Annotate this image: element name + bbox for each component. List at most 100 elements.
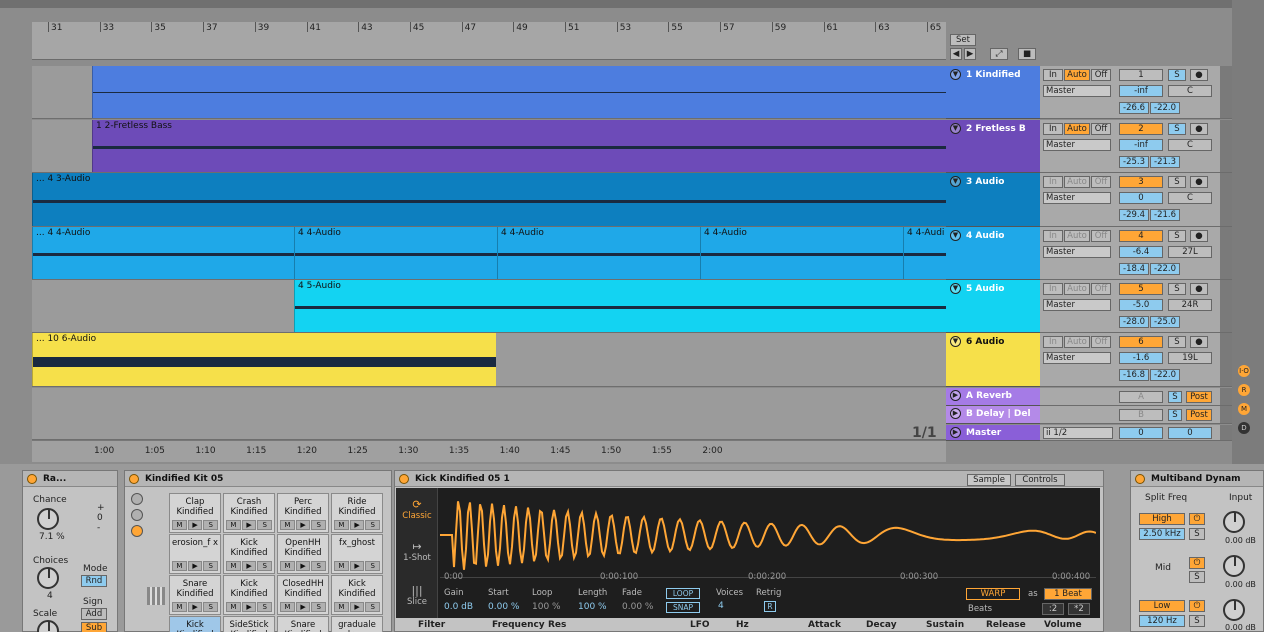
pad-mute-button[interactable]: M (172, 602, 187, 612)
master-cue-field[interactable]: 0 (1168, 427, 1212, 439)
drum-rack-view-icon[interactable] (131, 493, 143, 505)
monitor-auto-button[interactable]: Auto (1064, 230, 1090, 242)
tab-controls[interactable]: Controls (1015, 474, 1065, 486)
mode-classic[interactable]: ⟳ Classic (396, 498, 438, 521)
return-post-button[interactable]: Post (1186, 409, 1212, 421)
track-activator-button[interactable]: 5 (1119, 283, 1163, 295)
high-band-button[interactable]: High (1139, 513, 1185, 525)
track-lane[interactable] (32, 66, 946, 119)
volume-field[interactable]: -inf (1119, 85, 1163, 97)
high-solo-button[interactable]: S (1189, 528, 1205, 540)
master-volume-field[interactable]: 0 (1119, 427, 1163, 439)
return-track-header[interactable]: ▶ B Delay | Del (946, 406, 1040, 424)
return-letter-button[interactable]: B (1119, 409, 1163, 421)
time-ruler[interactable]: 1:00 1:05 1:10 1:15 1:20 1:25 1:30 1:35 1:40 1:45… (32, 440, 946, 462)
solo-button[interactable]: S (1168, 230, 1186, 242)
arm-button[interactable]: ● (1190, 69, 1208, 81)
track-header[interactable]: ▼ 4 Audio (946, 227, 1040, 280)
pan-field[interactable]: C (1168, 85, 1212, 97)
track-fold-icon[interactable]: ▼ (950, 230, 961, 241)
pan-field[interactable]: C (1168, 139, 1212, 151)
low-band-button[interactable]: Low (1139, 600, 1185, 612)
return-solo-button[interactable]: S (1168, 409, 1182, 421)
pad-mute-button[interactable]: M (280, 602, 295, 612)
monitor-auto-button[interactable]: Auto (1064, 176, 1090, 188)
pad-solo-button[interactable]: S (311, 602, 327, 612)
drum-pad[interactable]: OpenHH Kindified M ▶ S (277, 534, 329, 574)
pad-solo-button[interactable]: S (203, 520, 219, 530)
monitor-in-button[interactable]: In (1043, 230, 1063, 242)
pad-mute-button[interactable]: M (226, 520, 241, 530)
beat-length-field[interactable]: 1 Beat (1044, 588, 1092, 600)
retrig-button[interactable]: R (764, 601, 776, 612)
monitor-in-button[interactable]: In (1043, 69, 1063, 81)
high-freq-field[interactable]: 2.50 kHz (1139, 528, 1185, 540)
pad-play-button[interactable]: ▶ (349, 561, 365, 571)
return-play-icon[interactable]: ▶ (950, 390, 961, 401)
monitor-auto-button[interactable]: Auto (1064, 283, 1090, 295)
pad-mute-button[interactable]: M (280, 561, 295, 571)
pad-play-button[interactable]: ▶ (241, 520, 257, 530)
pad-play-button[interactable]: ▶ (295, 561, 311, 571)
monitor-off-button[interactable]: Off (1091, 230, 1111, 242)
audio-clip[interactable] (92, 66, 946, 118)
audio-clip[interactable]: 4 4-Audio (294, 227, 497, 279)
mode-button[interactable]: Rnd (81, 575, 107, 587)
random-device-title[interactable]: Ra... (23, 471, 117, 487)
drum-pad[interactable]: fx_ghost M ▶ S (331, 534, 383, 574)
pad-solo-button[interactable]: S (311, 561, 327, 571)
track-lane[interactable]: 4 5-Audio (32, 280, 946, 333)
monitor-auto-button[interactable]: Auto (1064, 336, 1090, 348)
high-power-icon[interactable]: ⏻ (1189, 513, 1205, 525)
lock-icon[interactable]: ■ (1018, 48, 1036, 60)
low-power-icon[interactable]: ⏻ (1189, 600, 1205, 612)
halve-button[interactable]: :2 (1042, 603, 1064, 615)
param-value[interactable]: 0.00 % (622, 602, 653, 612)
beat-ruler[interactable]: 31 33 35 37 39 41 43 45 47 49 51 53 55 57 59 61 63 65 (32, 22, 946, 60)
volume-field[interactable]: -inf (1119, 139, 1163, 151)
drum-pad[interactable]: Kick KindifiedM▶S (223, 534, 275, 574)
pad-play-button[interactable]: ▶ (187, 520, 203, 530)
drum-pad[interactable]: Clap Kindified M ▶ S (169, 493, 221, 533)
drum-pad[interactable]: graduale droneM▶S (331, 616, 383, 632)
mode-one-shot[interactable]: ↦ 1-Shot (396, 540, 438, 563)
loop-button[interactable]: LOOP (666, 588, 700, 599)
drum-pad[interactable]: Kick KindifiedM▶S (169, 616, 221, 632)
track-lane[interactable]: ... 4 3-Audio (32, 173, 946, 227)
pad-mute-button[interactable]: M (226, 602, 241, 612)
multiband-power-icon[interactable] (1135, 474, 1145, 484)
audio-clip[interactable]: ... 4 3-Audio (32, 173, 946, 226)
drum-pad[interactable]: erosion_f x M ▶ S (169, 534, 221, 574)
solo-button[interactable]: S (1168, 336, 1186, 348)
track-fold-icon[interactable]: ▼ (950, 123, 961, 134)
voices-value[interactable]: 4 (718, 601, 724, 611)
track-header[interactable]: ▼ 2 Fretless B (946, 120, 1040, 173)
audio-clip[interactable]: 4 4-Audio (700, 227, 903, 279)
track-header[interactable]: ▼ 6 Audio (946, 333, 1040, 387)
monitor-auto-button[interactable]: Auto (1064, 69, 1090, 81)
track-activator-button[interactable]: 2 (1119, 123, 1163, 135)
drum-pad[interactable]: Kick KindifiedM▶S (223, 575, 275, 615)
pad-mute-button[interactable]: M (172, 520, 187, 530)
drum-pad[interactable]: ClosedHH Kindified M ▶ S (277, 575, 329, 615)
drum-pad[interactable]: Perc Kindified M ▶ S (277, 493, 329, 533)
pad-play-button[interactable]: ▶ (349, 602, 365, 612)
solo-button[interactable]: S (1168, 123, 1186, 135)
param-value[interactable]: 0.00 % (488, 602, 519, 612)
monitor-off-button[interactable]: Off (1091, 176, 1111, 188)
arm-button[interactable]: ● (1190, 230, 1208, 242)
audio-clip[interactable]: ... 10 6-Audio (32, 333, 496, 386)
audio-clip[interactable]: 4 4-Audi (903, 227, 946, 279)
track-header[interactable]: ▼ 5 Audio (946, 280, 1040, 333)
waveform-display[interactable]: 0:00 0:00:100 0:00:200 0:00:300 0:00:400 (440, 492, 1097, 582)
pad-mute-button[interactable]: M (226, 561, 241, 571)
track-activator-button[interactable]: 6 (1119, 336, 1163, 348)
pad-mute-button[interactable]: M (172, 561, 187, 571)
drum-rack-title[interactable]: Kindified Kit 05 (125, 471, 391, 487)
drum-pad[interactable]: Snare KindifiedM▶S (277, 616, 329, 632)
param-value[interactable]: 100 % (532, 602, 561, 612)
low-solo-button[interactable]: S (1189, 615, 1205, 627)
pad-mute-button[interactable]: M (334, 561, 349, 571)
pad-solo-button[interactable]: S (203, 602, 219, 612)
pad-play-button[interactable]: ▶ (349, 520, 365, 530)
